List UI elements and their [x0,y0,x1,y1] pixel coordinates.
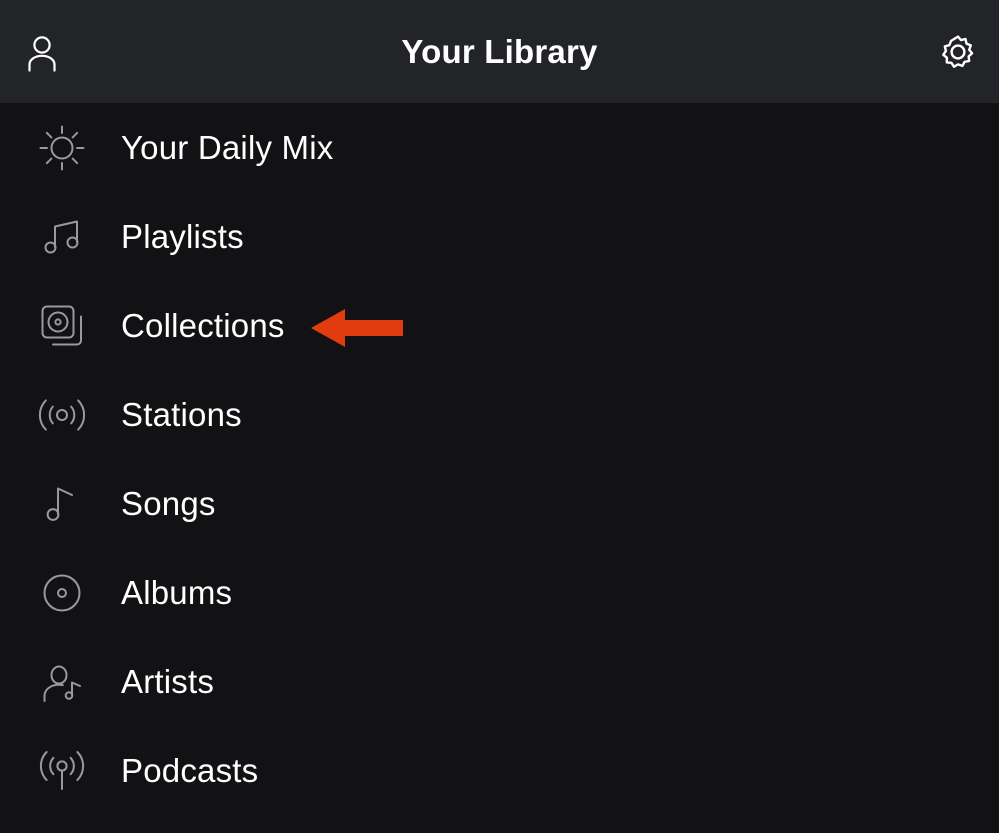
library-item-playlists[interactable]: Playlists [0,192,999,281]
library-item-label: Artists [121,663,215,700]
library-item-collections[interactable]: Collections [0,281,999,370]
library-item-albums[interactable]: Albums [0,548,999,637]
stacked-albums-icon [31,300,93,352]
library-item-label: Stations [121,396,242,433]
library-item-songs[interactable]: Songs [0,459,999,548]
library-item-label: Playlists [121,218,244,255]
person-with-note-icon [31,657,93,707]
library-item-label: Your Daily Mix [121,129,334,166]
library-item-your-daily-mix[interactable]: Your Daily Mix [0,103,999,192]
library-list: Your Daily Mix Playlists Collections Sta… [0,103,999,815]
page-title: Your Library [401,33,598,70]
library-item-label: Songs [121,485,216,522]
library-item-label: Albums [121,574,233,611]
broadcast-antenna-icon [31,745,93,797]
library-item-artists[interactable]: Artists [0,637,999,726]
library-item-stations[interactable]: Stations [0,370,999,459]
your-library-screen: Your Library Your Daily Mix Playlists Co… [0,0,999,833]
person-icon[interactable] [20,30,64,74]
app-header: Your Library [0,0,999,103]
gear-icon[interactable] [938,32,978,72]
library-item-label: Podcasts [121,752,259,789]
library-item-label: Collections [121,307,285,344]
library-item-podcasts[interactable]: Podcasts [0,726,999,815]
radio-waves-icon [31,389,93,441]
vinyl-disc-icon [31,569,93,617]
sun-icon [31,122,93,174]
music-note-icon [31,481,93,527]
music-notes-icon [31,213,93,261]
